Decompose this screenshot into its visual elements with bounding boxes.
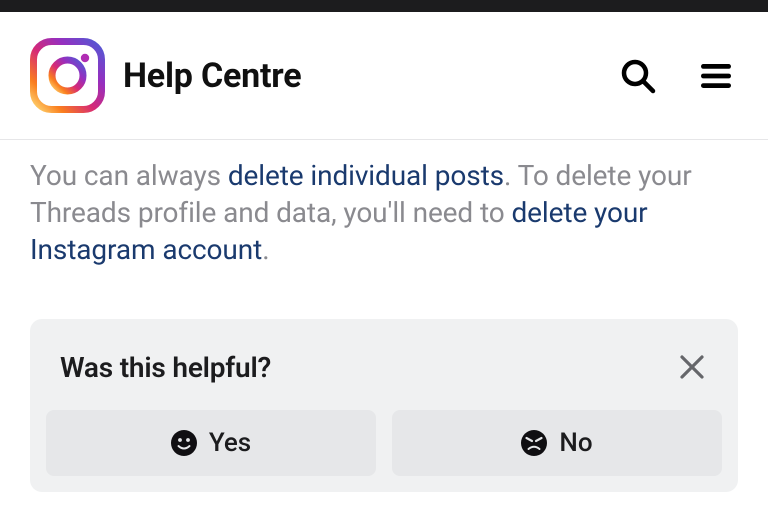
hamburger-icon bbox=[701, 62, 731, 90]
feedback-box: Was this helpful? Yes No bbox=[30, 319, 738, 492]
yes-label: Yes bbox=[209, 428, 251, 458]
instagram-logo bbox=[30, 38, 105, 113]
link-delete-individual-posts[interactable]: delete individual posts bbox=[228, 159, 504, 192]
feedback-header: Was this helpful? bbox=[46, 351, 722, 410]
body-text: . bbox=[262, 233, 269, 266]
feedback-title: Was this helpful? bbox=[60, 351, 271, 384]
no-button[interactable]: No bbox=[392, 410, 722, 476]
search-icon bbox=[620, 58, 656, 94]
close-button[interactable] bbox=[676, 351, 708, 383]
close-icon bbox=[679, 354, 705, 380]
header: Help Centre bbox=[0, 12, 768, 140]
menu-button[interactable] bbox=[694, 54, 738, 98]
body-paragraph: You can always delete individual posts. … bbox=[30, 158, 738, 269]
body-text: You can always bbox=[30, 159, 228, 192]
yes-button[interactable]: Yes bbox=[46, 410, 376, 476]
content: You can always delete individual posts. … bbox=[0, 140, 768, 269]
no-label: No bbox=[559, 428, 592, 458]
feedback-buttons: Yes No bbox=[46, 410, 722, 476]
page-title: Help Centre bbox=[123, 56, 594, 96]
search-button[interactable] bbox=[616, 54, 660, 98]
frown-icon bbox=[521, 430, 547, 456]
status-bar bbox=[0, 0, 768, 12]
smile-icon bbox=[171, 430, 197, 456]
